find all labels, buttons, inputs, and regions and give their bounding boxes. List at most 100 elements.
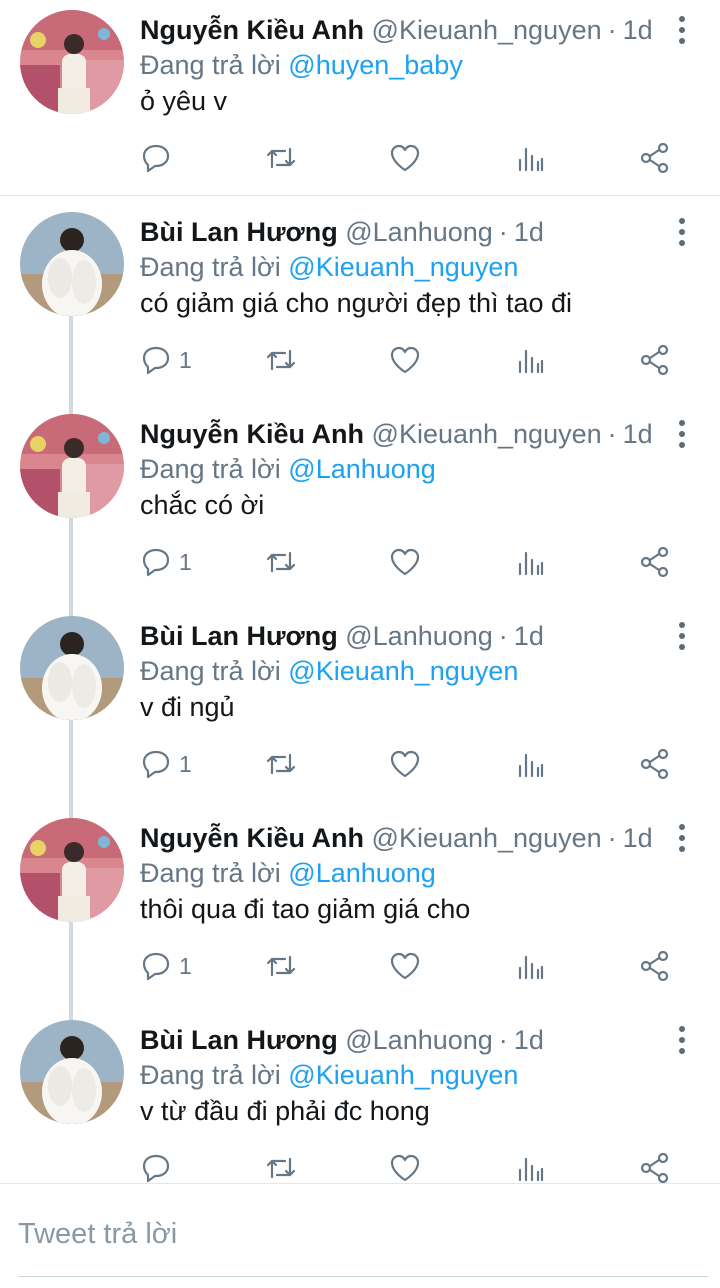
author-name[interactable]: Bùi Lan Hương	[140, 217, 338, 247]
like-button[interactable]	[388, 944, 422, 988]
retweet-button[interactable]	[264, 540, 298, 584]
stats-button[interactable]	[514, 944, 548, 988]
tweet-header: Bùi Lan Hương @Lanhuong · 1d	[140, 1022, 544, 1058]
more-options-icon[interactable]	[678, 218, 686, 248]
replying-to: Đang trả lời @Lanhuong	[140, 856, 436, 890]
share-button[interactable]	[638, 742, 672, 786]
author-handle[interactable]: @Kieuanh_nguyen	[372, 15, 602, 45]
tweet-header: Bùi Lan Hương @Lanhuong · 1d	[140, 618, 544, 654]
like-button[interactable]	[388, 540, 422, 584]
stats-button[interactable]	[514, 1146, 548, 1183]
mention-link[interactable]: @huyen_baby	[288, 50, 463, 80]
author-handle[interactable]: @Kieuanh_nguyen	[372, 823, 602, 853]
retweet-button[interactable]	[264, 944, 298, 988]
retweet-button[interactable]	[264, 742, 298, 786]
retweet-button[interactable]	[264, 1146, 298, 1183]
avatar[interactable]	[20, 10, 124, 114]
replying-label: Đang trả lời	[140, 656, 281, 686]
stats-button[interactable]	[514, 540, 548, 584]
timestamp: 1d	[622, 15, 653, 45]
tweet[interactable]: Nguyễn Kiều Anh @Kieuanh_nguyen · 1d Đang …	[0, 400, 720, 614]
input-underline	[18, 1276, 708, 1277]
replying-label: Đang trả lời	[140, 252, 281, 282]
avatar[interactable]	[20, 1020, 124, 1124]
replying-label: Đang trả lời	[140, 454, 281, 484]
share-icon	[640, 142, 669, 174]
share-button[interactable]	[638, 338, 672, 382]
tweet[interactable]: Bùi Lan Hương @Lanhuong · 1d Đang trả lời …	[0, 1006, 720, 1183]
author-name[interactable]: Nguyễn Kiều Anh	[140, 823, 364, 853]
more-options-icon[interactable]	[678, 420, 686, 450]
replying-to: Đang trả lời @Kieuanh_nguyen	[140, 1058, 518, 1092]
reply-button[interactable]: 1	[139, 742, 192, 786]
stats-icon	[518, 1157, 544, 1182]
share-button[interactable]	[638, 944, 672, 988]
author-name[interactable]: Nguyễn Kiều Anh	[140, 15, 364, 45]
reply-icon	[142, 346, 170, 375]
author-name[interactable]: Nguyễn Kiều Anh	[140, 419, 364, 449]
tweet[interactable]: Bùi Lan Hương @Lanhuong · 1d Đang trả lời …	[0, 202, 720, 412]
stats-button[interactable]	[514, 742, 548, 786]
more-options-icon[interactable]	[678, 622, 686, 652]
mention-link[interactable]: @Lanhuong	[288, 454, 436, 484]
reply-button[interactable]: 1	[139, 338, 192, 382]
mention-link[interactable]: @Kieuanh_nguyen	[288, 252, 518, 282]
like-button[interactable]	[388, 338, 422, 382]
avatar[interactable]	[20, 212, 124, 316]
tweet[interactable]: Nguyễn Kiều Anh @Kieuanh_nguyen · 1d Đang …	[0, 0, 720, 202]
reply-icon	[142, 952, 170, 981]
tweet[interactable]: Bùi Lan Hương @Lanhuong · 1d Đang trả lời …	[0, 602, 720, 816]
like-button[interactable]	[388, 742, 422, 786]
replying-to: Đang trả lời @huyen_baby	[140, 48, 463, 82]
lan-huong-avatar-image	[20, 212, 124, 316]
lan-huong-avatar-image	[20, 1020, 124, 1124]
author-handle[interactable]: @Lanhuong	[345, 217, 493, 247]
reply-button[interactable]: 1	[139, 540, 192, 584]
like-icon	[390, 750, 420, 778]
like-button[interactable]	[388, 1146, 422, 1183]
tweet-actions: 1	[0, 540, 720, 584]
more-options-icon[interactable]	[678, 16, 686, 46]
mention-link[interactable]: @Kieuanh_nguyen	[288, 1060, 518, 1090]
reply-button[interactable]	[139, 136, 179, 180]
author-handle[interactable]: @Lanhuong	[345, 621, 493, 651]
tweet-header: Nguyễn Kiều Anh @Kieuanh_nguyen · 1d	[140, 416, 653, 452]
stats-button[interactable]	[514, 136, 548, 180]
author-name[interactable]: Bùi Lan Hương	[140, 621, 338, 651]
lan-huong-avatar-image	[20, 616, 124, 720]
retweet-button[interactable]	[264, 338, 298, 382]
author-name[interactable]: Bùi Lan Hương	[140, 1025, 338, 1055]
divider	[0, 195, 720, 196]
tweet-actions: 1	[0, 742, 720, 786]
more-options-icon[interactable]	[678, 1026, 686, 1056]
reply-composer	[0, 1183, 720, 1288]
separator: ·	[498, 621, 508, 651]
mention-link[interactable]: @Kieuanh_nguyen	[288, 656, 518, 686]
like-icon	[390, 346, 420, 374]
reply-button[interactable]	[139, 1146, 179, 1183]
mention-link[interactable]: @Lanhuong	[288, 858, 436, 888]
retweet-icon	[266, 955, 296, 977]
more-options-icon[interactable]	[678, 824, 686, 854]
reply-button[interactable]: 1	[139, 944, 192, 988]
author-handle[interactable]: @Kieuanh_nguyen	[372, 419, 602, 449]
share-button[interactable]	[638, 540, 672, 584]
thread-connector	[69, 400, 73, 414]
retweet-icon	[266, 349, 296, 371]
like-button[interactable]	[388, 136, 422, 180]
share-icon	[640, 950, 669, 982]
retweet-button[interactable]	[264, 136, 298, 180]
tweet[interactable]: Nguyễn Kiều Anh @Kieuanh_nguyen · 1d Đang …	[0, 804, 720, 1018]
reply-input[interactable]	[18, 1206, 702, 1262]
share-button[interactable]	[638, 136, 672, 180]
avatar[interactable]	[20, 818, 124, 922]
timestamp: 1d	[513, 621, 544, 651]
avatar[interactable]	[20, 414, 124, 518]
separator: ·	[607, 419, 617, 449]
stats-button[interactable]	[514, 338, 548, 382]
share-button[interactable]	[638, 1146, 672, 1183]
like-icon	[390, 1154, 420, 1182]
tweet-header: Nguyễn Kiều Anh @Kieuanh_nguyen · 1d	[140, 12, 653, 48]
author-handle[interactable]: @Lanhuong	[345, 1025, 493, 1055]
avatar[interactable]	[20, 616, 124, 720]
